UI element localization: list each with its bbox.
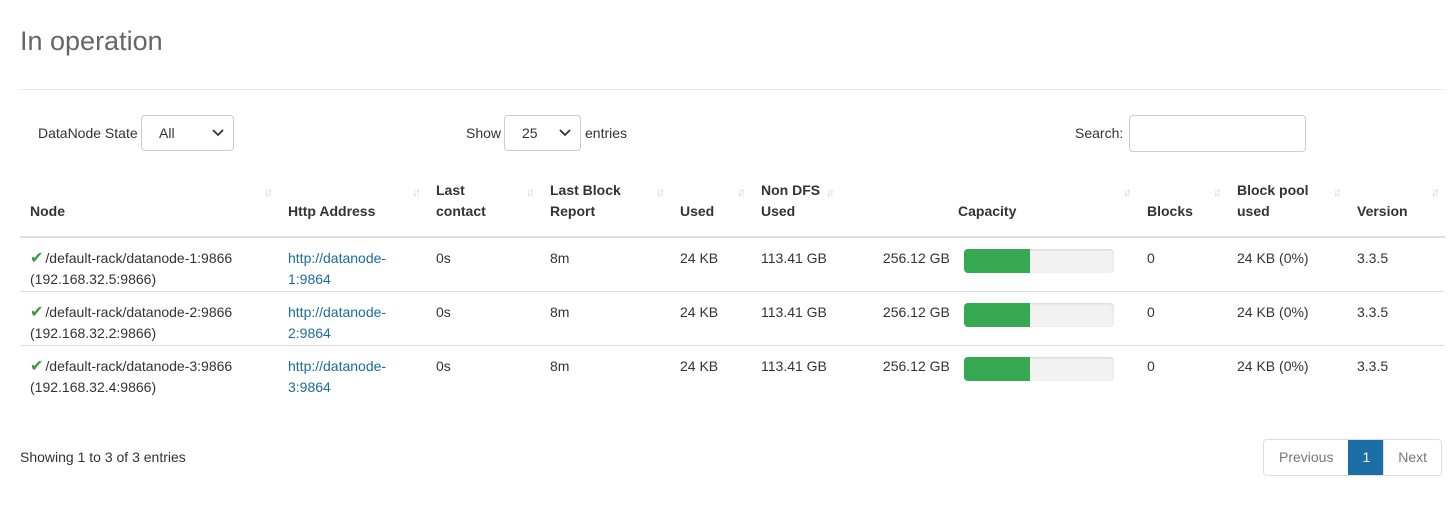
cell-version: 3.3.5 (1347, 291, 1445, 346)
show-label: Show (466, 125, 502, 141)
chevron-down-icon (212, 129, 224, 137)
page-length-value: 25 (522, 125, 538, 141)
cell-last-block-report: 8m (550, 250, 570, 266)
search-input[interactable] (1129, 115, 1306, 152)
cell-block-pool-used: 24 KB (0%) (1227, 345, 1347, 399)
next-button[interactable]: Next (1383, 440, 1442, 475)
search-label: Search: (1075, 125, 1124, 141)
cell-blocks: 0 (1147, 250, 1155, 266)
cell-last-contact: 0s (426, 345, 540, 399)
col-header-http-address[interactable]: Http Address ↓↑ (278, 170, 426, 238)
cell-non-dfs-used: 113.41 GB 256.12 GB (751, 345, 950, 399)
sort-icon: ↓↑ (1213, 185, 1222, 199)
cell-non-dfs-used: 113.41 GB 256.12 GB (751, 237, 950, 292)
cell-node: ✔/default-rack/datanode-3:9866 (192.168.… (20, 345, 278, 399)
sort-icon: ↓↑ (656, 185, 665, 199)
table-info: Showing 1 to 3 of 3 entries (20, 449, 186, 465)
col-header-last-block-report[interactable]: Last Block Report ↓↑ (540, 170, 670, 238)
sort-icon: ↓↑ (826, 185, 835, 199)
header-row: Node ↓↑ Http Address ↓↑ Last contact ↓↑ Las… (20, 170, 1445, 238)
col-header-capacity[interactable]: Capacity ↓↑ (948, 170, 1137, 238)
col-header-blocks[interactable]: Blocks ↓↑ (1137, 170, 1227, 238)
http-address-link[interactable]: http://datanode-1:9864 (288, 250, 386, 287)
col-header-node[interactable]: Node ↓↑ (20, 170, 278, 238)
cell-last-contact: 0s (436, 250, 451, 266)
cell-blocks: 0 (1137, 291, 1227, 346)
table-row: ✔/default-rack/datanode-1:9866 (192.168.… (20, 237, 1445, 292)
capacity-bar (964, 357, 1114, 381)
cell-http-address: http://datanode-3:9864 (278, 345, 426, 399)
check-icon: ✔ (30, 358, 44, 375)
col-header-used[interactable]: Used ↓↑ (670, 170, 751, 238)
cell-http-address: http://datanode-1:9864 (278, 237, 426, 292)
sort-icon: ↓↑ (1123, 185, 1132, 199)
capacity-bar-fill (964, 249, 1031, 273)
capacity-bar (964, 249, 1114, 273)
cell-http-address: http://datanode-2:9864 (278, 291, 426, 346)
datanode-state-value: All (159, 125, 175, 141)
col-header-last-contact[interactable]: Last contact ↓↑ (426, 170, 540, 238)
datanode-table: Node ↓↑ Http Address ↓↑ Last contact ↓↑ Las… (20, 170, 1445, 399)
pagination: Previous 1 Next (1263, 439, 1443, 476)
previous-button[interactable]: Previous (1264, 440, 1349, 475)
cell-version: 3.3.5 (1347, 345, 1445, 399)
cell-node: ✔/default-rack/datanode-1:9866 (192.168.… (30, 250, 233, 287)
capacity-bar-fill (964, 357, 1031, 381)
cell-block-pool-used: 24 KB (0%) (1227, 291, 1347, 346)
sort-icon: ↓↑ (412, 185, 421, 199)
capacity-total: 256.12 GB (882, 250, 950, 266)
http-address-link[interactable]: http://datanode-2:9864 (288, 304, 386, 341)
cell-used: 24 KB (680, 250, 719, 266)
cell-non-dfs-used: 113.41 GB 256.12 GB (751, 291, 950, 346)
table-row: ✔/default-rack/datanode-3:9866 (192.168.… (20, 345, 1445, 399)
entries-label: entries (585, 125, 628, 141)
col-header-block-pool-used[interactable]: Block pool used ↓↑ (1227, 170, 1347, 238)
datanode-state-select[interactable]: All (141, 115, 234, 151)
http-address-link[interactable]: http://datanode-3:9864 (288, 358, 386, 395)
capacity-total: 256.12 GB (882, 304, 950, 320)
cell-block-pool-used: 24 KB (0%) (1237, 250, 1309, 266)
check-icon: ✔ (30, 304, 44, 321)
table-row: ✔/default-rack/datanode-2:9866 (192.168.… (20, 291, 1445, 346)
capacity-bar (964, 303, 1114, 327)
cell-blocks: 0 (1137, 345, 1227, 399)
cell-last-contact: 0s (426, 291, 540, 346)
col-header-version[interactable]: Version ↓↑ (1347, 170, 1445, 238)
cell-capacity (948, 345, 1137, 399)
cell-version: 3.3.5 (1357, 250, 1389, 266)
page-title: In operation (20, 26, 163, 56)
cell-capacity (948, 237, 1137, 292)
cell-capacity (948, 291, 1137, 346)
cell-used: 24 KB (670, 291, 751, 346)
chevron-down-icon (559, 129, 571, 137)
capacity-bar-fill (964, 303, 1031, 327)
cell-used: 24 KB (670, 345, 751, 399)
sort-icon: ↓↑ (526, 185, 535, 199)
sort-icon: ↓↑ (1333, 185, 1342, 199)
datanode-state-label: DataNode State (38, 125, 138, 141)
sort-icon: ↓↑ (737, 185, 746, 199)
capacity-total: 256.12 GB (882, 358, 950, 374)
col-header-non-dfs-used[interactable]: Non DFS Used ↓↑ (751, 170, 948, 238)
cell-node: ✔/default-rack/datanode-2:9866 (192.168.… (20, 291, 278, 346)
cell-last-block-report: 8m (540, 291, 670, 346)
divider (20, 89, 1443, 90)
page-length-select[interactable]: 25 (504, 115, 581, 151)
page-1-button[interactable]: 1 (1348, 440, 1384, 475)
sort-icon: ↓↑ (1431, 185, 1440, 199)
cell-last-block-report: 8m (540, 345, 670, 399)
sort-icon: ↓↑ (264, 185, 273, 199)
check-icon: ✔ (30, 250, 44, 267)
